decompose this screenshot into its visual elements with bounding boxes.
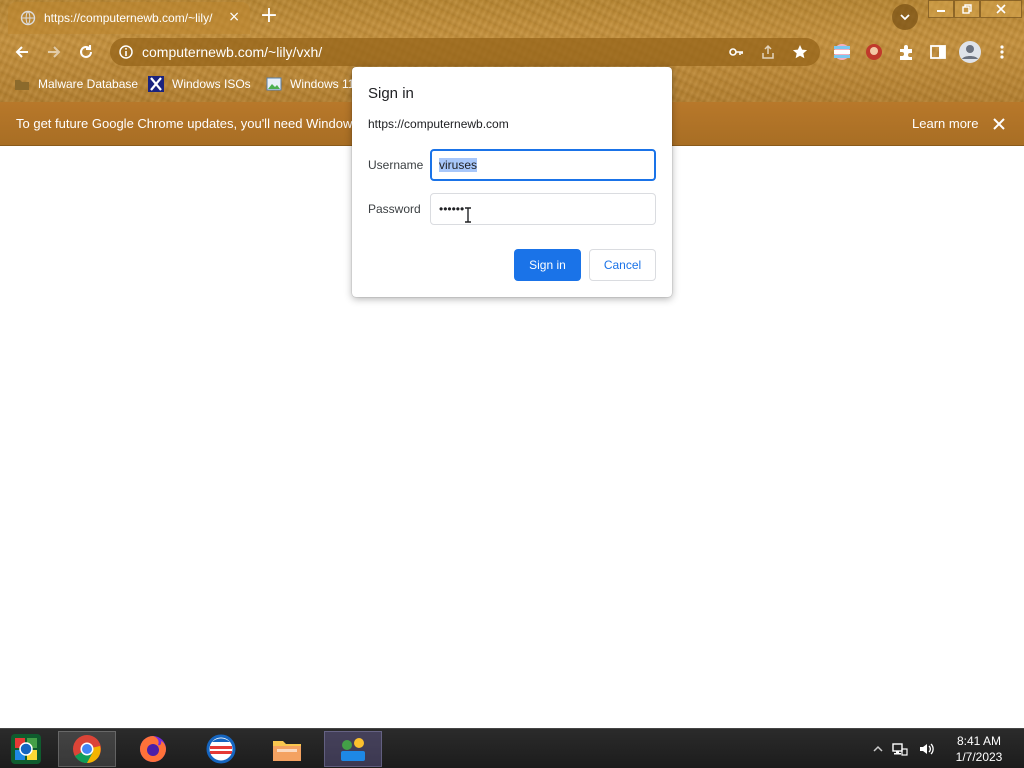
taskbar-outlook[interactable] — [192, 731, 250, 767]
url-text: computernewb.com/~lily/vxh/ — [142, 44, 323, 60]
arrow-right-icon — [48, 46, 61, 58]
side-panel-icon[interactable] — [928, 42, 948, 62]
cancel-button[interactable]: Cancel — [589, 249, 656, 281]
chevron-down-icon — [900, 14, 910, 21]
bookmark-label: Malware Database — [38, 77, 139, 91]
infobar-message: To get future Google Chrome updates, you… — [16, 116, 370, 131]
taskbar-chrome[interactable] — [58, 731, 116, 767]
file-explorer-icon — [273, 741, 301, 761]
address-bar[interactable]: computernewb.com/~lily/vxh/ — [110, 38, 820, 66]
bookmark-windows-isos[interactable]: Windows ISOs — [148, 74, 251, 94]
share-icon[interactable] — [760, 44, 776, 60]
dialog-origin: https://computernewb.com — [368, 117, 509, 131]
avatar-extension-icon[interactable] — [864, 42, 884, 62]
dialog-title: Sign in — [368, 85, 414, 102]
taskbar-file-explorer[interactable] — [258, 731, 316, 767]
restore-icon — [962, 4, 972, 14]
tab-title: https://computernewb.com/~lily/ — [44, 11, 213, 25]
bookmark-label: Windows ISOs — [172, 77, 251, 91]
sign-in-button[interactable]: Sign in — [514, 249, 581, 281]
sign-in-dialog: Sign in https://computernewb.com Usernam… — [352, 67, 672, 297]
text-cursor-icon — [464, 207, 472, 223]
forward-button[interactable] — [42, 40, 66, 64]
clock-date: 1/7/2023 — [955, 750, 1003, 764]
volume-icon[interactable] — [918, 741, 934, 757]
start-button[interactable] — [8, 732, 44, 766]
tab-search-button[interactable] — [892, 4, 918, 30]
network-icon[interactable] — [892, 741, 908, 757]
minimize-button[interactable] — [928, 0, 954, 18]
minimize-icon — [937, 10, 945, 12]
username-value: viruses — [439, 158, 478, 172]
window-close-button[interactable] — [980, 0, 1022, 18]
outlook-icon — [206, 734, 236, 764]
back-button[interactable] — [10, 40, 34, 64]
globe-icon — [20, 10, 36, 26]
password-value: •••••• — [439, 202, 465, 216]
username-label: Username — [368, 158, 424, 172]
new-tab-button[interactable]: + — [258, 5, 280, 28]
info-icon[interactable] — [118, 44, 134, 60]
clock-time: 8:41 AM — [956, 734, 1002, 748]
flag-extension-icon[interactable] — [832, 42, 852, 62]
bookmark-windows-11[interactable]: Windows 11 — [266, 74, 354, 94]
network-app-icon — [341, 738, 365, 761]
learn-more-link[interactable]: Learn more — [912, 116, 978, 131]
password-label: Password — [368, 202, 421, 216]
username-field[interactable]: viruses — [430, 149, 656, 181]
taskbar-network-app[interactable] — [324, 731, 382, 767]
image-icon — [266, 76, 282, 92]
tab-close-icon[interactable]: × — [228, 9, 240, 25]
infobar-close-icon[interactable] — [990, 115, 1008, 133]
restore-button[interactable] — [954, 0, 980, 18]
arrow-left-icon — [15, 46, 28, 58]
taskbar: 8:41 AM 1/7/2023 — [0, 728, 1024, 768]
puzzle-icon[interactable] — [896, 42, 916, 62]
browser-tab[interactable]: https://computernewb.com/~lily/ × — [8, 2, 250, 34]
taskbar-firefox[interactable] — [124, 731, 182, 767]
folder-icon — [14, 76, 30, 92]
firefox-icon — [140, 736, 166, 762]
system-clock[interactable]: 8:41 AM 1/7/2023 — [948, 733, 1010, 765]
chrome-icon — [73, 735, 101, 763]
x-logo-icon — [148, 76, 164, 92]
close-icon — [996, 4, 1006, 14]
bookmark-star-icon[interactable] — [792, 44, 808, 60]
bookmark-malware-database[interactable]: Malware Database — [14, 74, 138, 94]
profile-icon[interactable] — [958, 40, 982, 64]
bookmark-label: Windows 11 — [290, 77, 355, 91]
reload-button[interactable] — [74, 40, 98, 64]
kebab-menu-icon[interactable] — [992, 42, 1012, 62]
reload-icon — [80, 45, 92, 58]
key-icon[interactable] — [728, 44, 744, 60]
tray-chevron-up-icon[interactable] — [870, 741, 886, 757]
windows-start-icon — [11, 734, 41, 764]
